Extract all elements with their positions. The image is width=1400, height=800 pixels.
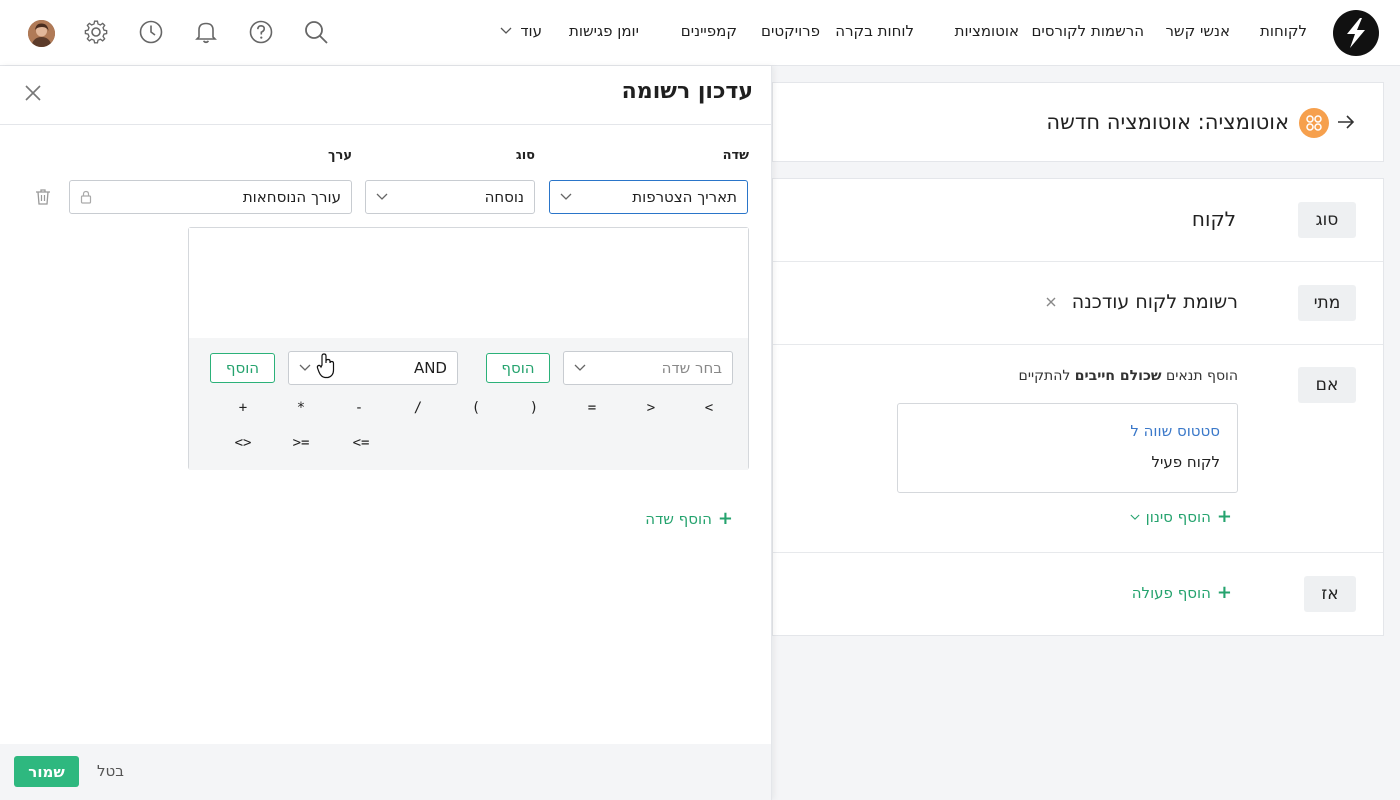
add-filter-button[interactable]: + הוסף סינון: [1130, 508, 1232, 526]
drawer-title: עדכון רשומה: [621, 79, 753, 104]
close-icon[interactable]: [22, 82, 44, 104]
operator-multiply[interactable]: *: [289, 400, 313, 422]
remove-trigger-icon[interactable]: [1046, 297, 1056, 307]
logo-bolt-icon: [1347, 18, 1365, 48]
formula-editor-field[interactable]: עורך הנוסחאות: [69, 180, 352, 214]
drawer-divider: [0, 124, 771, 125]
field-picker-placeholder: בחר שדה: [661, 359, 722, 377]
avatar-photo-icon: [28, 20, 55, 47]
type-tag: סוג: [1298, 202, 1356, 238]
add-field-label: הוסף שדה: [645, 510, 712, 528]
update-record-drawer: עדכון רשומה שדה סוג ערך תאריך הצטרפות נו…: [0, 66, 772, 800]
add-action-button[interactable]: + הוסף פעולה: [1131, 582, 1232, 603]
nav-item-course-registrations[interactable]: הרשמות לקורסים: [1031, 22, 1144, 40]
conditions-instruction-bold: שכולם חייבים: [1074, 368, 1162, 384]
then-tag: אז: [1304, 576, 1356, 612]
row-divider: [773, 261, 1383, 262]
chevron-down-icon: [500, 27, 512, 34]
formula-editor: בחר שדה הוסף AND הוסף > < = ( ) / - * + …: [188, 227, 749, 470]
operator-not-equal[interactable]: <>: [229, 435, 257, 457]
chevron-down-icon: [299, 364, 311, 371]
condition-value[interactable]: לקוח פעיל: [1152, 453, 1220, 471]
operator-less-than[interactable]: <: [639, 400, 663, 422]
chevron-down-icon: [560, 193, 572, 200]
automation-icon: [1299, 108, 1329, 138]
add-operator-button[interactable]: הוסף: [210, 353, 275, 383]
operator-close-paren[interactable]: ): [464, 400, 488, 422]
condition-field[interactable]: סטטוס שווה ל: [1130, 422, 1220, 440]
lock-icon: [80, 190, 92, 204]
column-label-value: ערך: [328, 148, 352, 163]
automation-rules-card: סוג לקוח מתי רשומת לקוח עודכנה אם הוסף ת…: [772, 178, 1384, 636]
bell-icon[interactable]: [193, 19, 219, 45]
nav-item-dashboards[interactable]: לוחות בקרה: [835, 22, 914, 40]
operator-plus[interactable]: +: [231, 400, 255, 422]
page-title: אוטומציה: אוטומציה חדשה: [1046, 110, 1289, 134]
plus-icon: +: [717, 508, 733, 529]
row-divider: [773, 344, 1383, 345]
chevron-down-icon: [574, 364, 586, 371]
row-divider: [773, 552, 1383, 553]
operator-open-paren[interactable]: (: [522, 400, 546, 422]
cancel-button[interactable]: בטל: [97, 762, 124, 780]
search-icon[interactable]: [303, 19, 329, 45]
nav-item-contacts[interactable]: אנשי קשר: [1165, 22, 1230, 40]
logic-operator-select[interactable]: AND: [288, 351, 458, 385]
column-label-field: שדה: [722, 148, 749, 163]
save-button[interactable]: שמור: [14, 756, 79, 787]
nav-item-campaigns[interactable]: קמפיינים: [681, 22, 737, 40]
nav-more-menu[interactable]: עוד: [500, 22, 542, 40]
operator-equals[interactable]: =: [580, 400, 604, 422]
top-navigation-bar: לקוחות אנשי קשר הרשמות לקורסים אוטומציות…: [0, 0, 1400, 66]
trash-icon[interactable]: [35, 188, 51, 206]
add-field-row-button[interactable]: + הוסף שדה: [645, 508, 733, 529]
user-avatar[interactable]: [28, 20, 55, 47]
nav-item-automations[interactable]: אוטומציות: [955, 22, 1019, 40]
drawer-footer: שמור בטל: [0, 744, 771, 800]
arrow-right-icon[interactable]: [1336, 113, 1356, 131]
column-label-type: סוג: [515, 148, 535, 163]
help-icon[interactable]: [248, 19, 274, 45]
nav-item-customers[interactable]: לקוחות: [1260, 22, 1307, 40]
type-value[interactable]: לקוח: [1192, 207, 1236, 231]
app-logo[interactable]: [1333, 10, 1379, 56]
automation-header-card: אוטומציה: אוטומציה חדשה: [772, 82, 1384, 162]
field-select[interactable]: תאריך הצטרפות: [549, 180, 748, 214]
formula-toolbar: בחר שדה הוסף AND הוסף > < = ( ) / - * + …: [189, 338, 748, 470]
conditions-instruction-start: הוסף תנאים: [1161, 368, 1238, 384]
logic-operator-value: AND: [413, 359, 447, 377]
operator-greater-equal[interactable]: =>: [347, 435, 375, 457]
add-action-label: הוסף פעולה: [1131, 584, 1211, 602]
condition-box[interactable]: סטטוס שווה ל לקוח פעיל: [897, 403, 1238, 493]
field-picker-select[interactable]: בחר שדה: [563, 351, 733, 385]
operator-minus[interactable]: -: [347, 400, 371, 422]
conditions-instruction: הוסף תנאים שכולם חייבים להתקיים: [1019, 368, 1238, 384]
trigger-value[interactable]: רשומת לקוח עודכנה: [1072, 291, 1238, 313]
chevron-down-icon: [376, 193, 388, 200]
hand-cursor-icon: [316, 353, 335, 379]
operator-less-equal[interactable]: =<: [287, 435, 315, 457]
if-tag: אם: [1298, 367, 1356, 403]
field-select-value: תאריך הצטרפות: [632, 188, 737, 206]
plus-icon: +: [1216, 582, 1232, 603]
when-tag: מתי: [1298, 285, 1356, 321]
formula-editor-field-value: עורך הנוסחאות: [242, 188, 341, 206]
nav-item-projects[interactable]: פרויקטים: [761, 22, 820, 40]
plus-icon: +: [1216, 506, 1232, 527]
operator-divide[interactable]: /: [406, 400, 430, 422]
conditions-instruction-end: להתקיים: [1018, 368, 1075, 384]
formula-text-area[interactable]: [189, 228, 748, 338]
nav-item-meetings-calendar[interactable]: יומן פגישות: [569, 22, 639, 40]
type-select-value: נוסחה: [484, 188, 524, 206]
nav-more-label: עוד: [520, 22, 542, 40]
gear-icon[interactable]: [83, 19, 109, 45]
chevron-down-icon: [1130, 514, 1140, 520]
clock-icon[interactable]: [138, 19, 164, 45]
type-select[interactable]: נוסחה: [365, 180, 535, 214]
add-field-to-formula-button[interactable]: הוסף: [486, 353, 550, 383]
operator-greater-than[interactable]: >: [697, 400, 721, 422]
add-filter-label: הוסף סינון: [1145, 508, 1211, 526]
